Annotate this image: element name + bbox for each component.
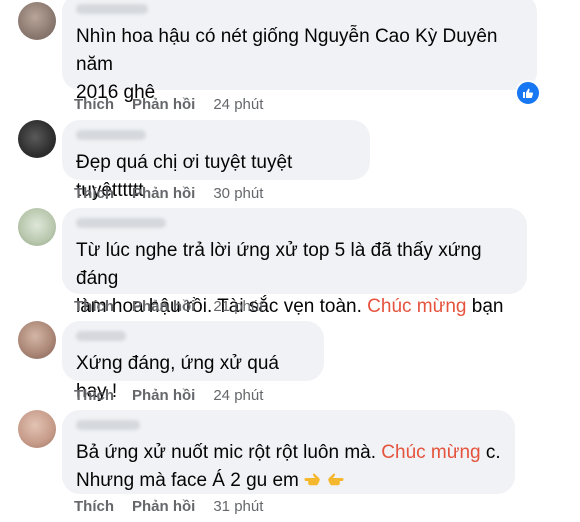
commenter-name-blurred[interactable]: [76, 130, 146, 140]
commenter-name-blurred[interactable]: [76, 420, 140, 430]
like-button[interactable]: Thích: [74, 387, 114, 404]
like-reaction-icon[interactable]: [515, 80, 541, 106]
comment-actions: Thích Phản hồi 24 phút: [74, 96, 263, 113]
avatar[interactable]: [18, 208, 56, 246]
comment-bubble: Bả ứng xử nuốt mic rột rột luôn mà. Chúc…: [62, 410, 515, 494]
comment-actions: Thích Phản hồi 30 phút: [74, 185, 263, 202]
comment-text-main: Bả ứng xử nuốt mic rột rột luôn mà.: [76, 442, 382, 463]
reply-button[interactable]: Phản hồi: [132, 298, 195, 315]
avatar[interactable]: [18, 120, 56, 158]
comment-bubble: Xứng đáng, ứng xử quá hay !: [62, 321, 324, 402]
congrats-highlight: Chúc mừng: [367, 296, 467, 317]
commenter-name-blurred[interactable]: [76, 218, 166, 228]
avatar[interactable]: [18, 321, 56, 359]
comment-actions: Thích Phản hồi 31 phút: [74, 498, 263, 515]
comment-text: Bả ứng xử nuốt mic rột rột luôn mà. Chúc…: [76, 439, 501, 498]
timestamp[interactable]: 24 phút: [213, 96, 263, 113]
comment-actions: Thích Phản hồi 21 phút: [74, 298, 263, 315]
like-button[interactable]: Thích: [74, 498, 114, 515]
timestamp[interactable]: 21 phút: [213, 298, 263, 315]
like-button[interactable]: Thích: [74, 298, 114, 315]
commenter-name-blurred[interactable]: [76, 331, 126, 341]
comment-text: Nhìn hoa hậu có nét giống Nguyễn Cao Kỳ …: [76, 26, 498, 103]
like-button[interactable]: Thích: [74, 185, 114, 202]
congrats-highlight: Chúc mừng: [381, 442, 481, 463]
commenter-name-blurred[interactable]: [76, 4, 148, 14]
timestamp[interactable]: 30 phút: [213, 185, 263, 202]
reply-button[interactable]: Phản hồi: [132, 387, 195, 404]
reply-button[interactable]: Phản hồi: [132, 185, 195, 202]
avatar[interactable]: [18, 410, 56, 448]
reply-button[interactable]: Phản hồi: [132, 96, 195, 113]
timestamp[interactable]: 24 phút: [213, 387, 263, 404]
comment-bubble: Đẹp quá chị ơi tuyệt tuyệt tuyệtttttt: [62, 120, 370, 201]
pointing-hands-icon: [304, 469, 344, 498]
comment-text-end: bạn: [466, 296, 504, 317]
like-button[interactable]: Thích: [74, 96, 114, 113]
comment-bubble: Từ lúc nghe trả lời ứng xử top 5 là đã t…: [62, 208, 527, 343]
comment-actions: Thích Phản hồi 24 phút: [74, 387, 263, 404]
reply-button[interactable]: Phản hồi: [132, 498, 195, 515]
timestamp[interactable]: 31 phút: [213, 498, 263, 515]
comment-bubble: Nhìn hoa hậu có nét giống Nguyễn Cao Kỳ …: [62, 0, 537, 103]
avatar[interactable]: [18, 2, 56, 40]
